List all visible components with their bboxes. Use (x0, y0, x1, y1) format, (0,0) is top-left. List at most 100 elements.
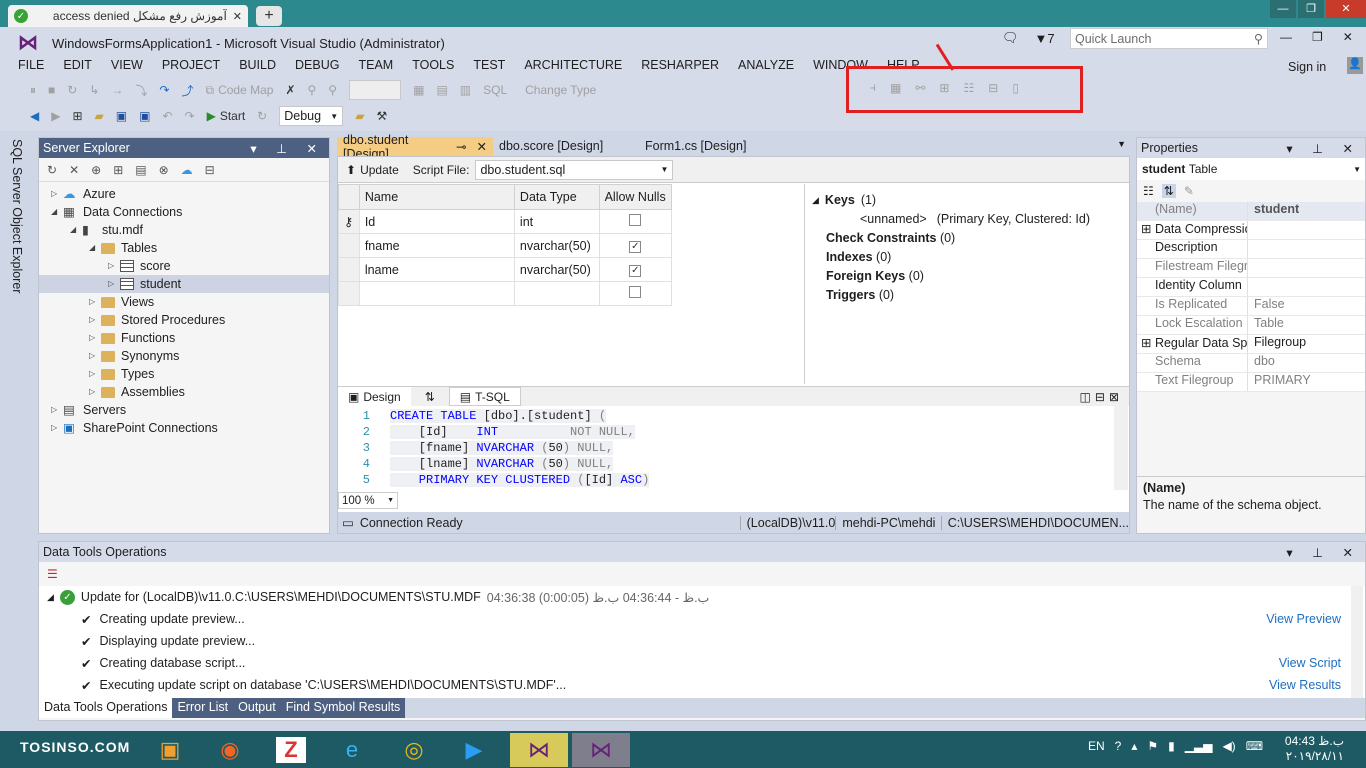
disabled-combo[interactable] (349, 80, 402, 100)
tab-form1-design[interactable]: Form1.cs [Design] (639, 137, 752, 156)
sign-in-link[interactable]: Sign in (1288, 60, 1326, 74)
property-row[interactable]: Is Replicated False (1137, 297, 1365, 316)
property-row[interactable]: ⊞ Data Compressio (1137, 221, 1365, 240)
menu-tools[interactable]: TOOLS (412, 58, 465, 72)
keys-label[interactable]: Keys (825, 191, 855, 210)
tree-item[interactable]: ▷ student (39, 275, 329, 293)
feedback-icon[interactable]: 🗨 (1002, 30, 1019, 46)
collapse-icon[interactable]: ◢ (89, 239, 101, 257)
expand-icon[interactable]: ▷ (108, 275, 120, 293)
menu-team[interactable]: TEAM (358, 58, 404, 72)
column-type-cell[interactable]: nvarchar(50) (513, 233, 600, 258)
expand-icon[interactable]: ▷ (89, 383, 101, 401)
allow-nulls-checkbox[interactable] (629, 286, 642, 298)
sql-tool-icon[interactable]: SQL (483, 83, 507, 97)
designer-section[interactable]: Foreign Keys (0) (812, 267, 1122, 286)
expand-icon[interactable]: ▷ (108, 257, 120, 275)
column-type-cell[interactable] (513, 281, 600, 306)
solution-explorer-icon[interactable]: ▰ (355, 109, 364, 123)
vs-minimize-button[interactable]: — (1280, 30, 1292, 44)
operation-link[interactable]: View Results (1269, 678, 1341, 692)
show-next-icon[interactable]: → (111, 83, 123, 97)
tab-dbo-student-design[interactable]: dbo.student [Design] ⊸ ✕ (337, 133, 493, 161)
chrome-icon[interactable]: ◎ (392, 733, 436, 767)
signal-icon[interactable]: ▁▃▅ (1185, 739, 1213, 753)
property-value[interactable]: PRIMARY (1247, 373, 1365, 391)
close-window-button[interactable]: ✕ (1326, 0, 1366, 18)
pin-icon[interactable]: ⊸ (456, 139, 466, 154)
operation-link[interactable]: View Script (1279, 656, 1341, 670)
save-all-icon[interactable]: ▣ (139, 109, 150, 123)
tray-chevron-icon[interactable]: ▴ (1131, 739, 1137, 753)
chart-tool-icon[interactable]: ▥ (460, 83, 471, 97)
tree-item[interactable]: ◢ ▦ Data Connections (39, 203, 329, 221)
internet-explorer-icon[interactable]: e (330, 733, 374, 767)
bottom-tab[interactable]: Find Symbol Results (280, 698, 406, 718)
swap-panes-button[interactable]: ⇅ (411, 390, 449, 404)
property-row[interactable]: Lock Escalation Table (1137, 316, 1365, 335)
vs-close-button[interactable]: ✕ (1343, 30, 1353, 44)
menu-test[interactable]: TEST (473, 58, 516, 72)
step-out-icon[interactable]: ⤴ (181, 82, 193, 99)
bottom-tab[interactable]: Error List (172, 698, 234, 718)
row-selector[interactable]: ⚷ (338, 209, 360, 234)
column-name-cell[interactable]: fname (358, 233, 515, 258)
redo-icon[interactable]: ↷ (185, 109, 195, 123)
media-player-icon[interactable]: ▣ (148, 733, 192, 767)
pause-icon[interactable]: ⏸ (30, 83, 36, 98)
property-row[interactable]: ⊞ Regular Data Spa Filegroup (1137, 335, 1365, 354)
property-value[interactable]: dbo (1247, 354, 1365, 372)
property-row[interactable]: Schema dbo (1137, 354, 1365, 373)
menu-resharper[interactable]: RESHARPER (641, 58, 730, 72)
property-row[interactable]: Text Filegroup PRIMARY (1137, 373, 1365, 392)
operation-link[interactable]: View Preview (1266, 612, 1341, 626)
stop-icon[interactable]: ✕ (69, 163, 79, 177)
row-selector[interactable] (338, 281, 360, 306)
toolbox-icon[interactable]: ⚒ (376, 109, 387, 123)
collapse-icon[interactable]: ◢ (812, 191, 819, 210)
zotero-icon[interactable]: Z (276, 737, 306, 763)
column-row[interactable]: fname nvarchar(50) ✓ (338, 233, 673, 258)
bottom-tab[interactable]: Output (233, 698, 281, 718)
tree-item[interactable]: ▷ Synonyms (39, 347, 329, 365)
close-tab-icon[interactable]: ✕ (233, 10, 242, 23)
restart-icon[interactable]: ↻ (67, 83, 77, 97)
expand-icon[interactable]: ▷ (89, 347, 101, 365)
column-name-cell[interactable]: Id (358, 209, 515, 234)
column-name-cell[interactable]: lname (358, 257, 515, 282)
expand-icon[interactable]: ▷ (89, 329, 101, 347)
step-icon[interactable]: ↳ (89, 83, 99, 97)
connect-azure-icon[interactable]: ⊗ (159, 163, 169, 177)
connect-sharepoint-icon[interactable]: ▤ (135, 163, 146, 177)
property-row[interactable]: Description (1137, 240, 1365, 259)
update-operation[interactable]: ◢ ✓ Update for (LocalDB)\v11.0.C:\USERS\… (47, 586, 1365, 608)
zoom-icon[interactable]: ⚲ (328, 83, 337, 97)
tree-item[interactable]: ▷ ☁ Azure (39, 185, 329, 203)
allow-nulls-checkbox[interactable]: ✓ (629, 265, 642, 277)
property-value[interactable]: Filegroup (1247, 335, 1365, 353)
quick-launch-input[interactable]: Quick Launch ⚲ (1070, 28, 1268, 49)
maximize-button[interactable]: ❐ (1298, 0, 1324, 18)
volume-icon[interactable]: ◀) (1222, 739, 1235, 753)
back-icon[interactable]: ◀ (30, 109, 39, 123)
expand-icon[interactable]: ▷ (51, 419, 63, 437)
connect-server-icon[interactable]: ⊞ (113, 163, 123, 177)
expand-icon[interactable]: ▷ (51, 185, 63, 203)
refresh-icon[interactable]: ↻ (47, 163, 57, 177)
menu-edit[interactable]: EDIT (63, 58, 102, 72)
column-row[interactable]: ⚷ Id int (338, 209, 673, 234)
language-indicator[interactable]: EN (1088, 739, 1105, 753)
expand-icon[interactable]: ⊞ (1141, 222, 1155, 236)
tree-item[interactable]: ▷ Functions (39, 329, 329, 347)
update-button[interactable]: ⬆ Update (346, 163, 399, 177)
grid-icon[interactable]: ▦ (413, 83, 424, 97)
new-project-icon[interactable]: ⊞ (72, 109, 82, 123)
account-avatar-icon[interactable]: 👤 (1347, 57, 1363, 74)
property-value[interactable] (1247, 240, 1365, 258)
tree-item[interactable]: ◢ Tables (39, 239, 329, 257)
collapse-icon[interactable]: ◢ (51, 203, 63, 221)
expand-icon[interactable]: ⊞ (1141, 336, 1155, 350)
browser-tab[interactable]: ✓ آموزش رفع مشکل access denied ✕ (8, 5, 248, 27)
tree-item[interactable]: ▷ score (39, 257, 329, 275)
menu-debug[interactable]: DEBUG (295, 58, 350, 72)
